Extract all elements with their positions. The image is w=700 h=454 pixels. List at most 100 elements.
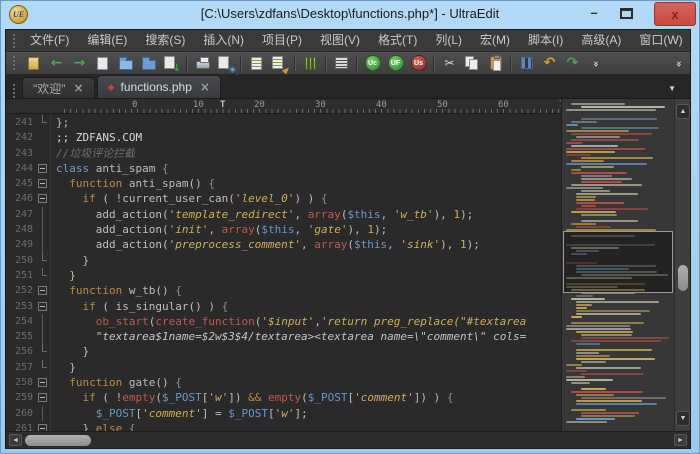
tab-functions-php[interactable]: ◆functions.php× [97,75,221,98]
minimize-button[interactable]: – [583,3,605,25]
minimap-line [576,403,657,405]
tab-close-icon[interactable]: × [74,81,84,95]
code-line[interactable]: 241}; [6,115,561,130]
code-line[interactable]: 257 } [6,360,561,375]
code-line[interactable]: 242;; ZDFANS.COM [6,130,561,145]
scroll-right-icon[interactable]: ► [674,434,687,446]
menu-item-7[interactable]: 列(L) [426,30,471,51]
badge-ultrasentry-icon[interactable]: Us [407,53,430,73]
fold-marker-open[interactable] [36,161,51,176]
fold-marker-open[interactable] [36,421,51,431]
menubar-grip[interactable] [13,34,15,48]
close-button[interactable]: x [654,2,696,26]
minimap-line [571,316,582,318]
tab-close-icon[interactable]: × [200,80,210,94]
minimap-line [566,370,587,372]
welcome-scroll-icon[interactable] [22,53,45,73]
nav-forward-arrow-icon[interactable]: → [68,53,91,73]
undo-arrow-icon[interactable]: ↶ [538,53,561,73]
code-line[interactable]: 253 if ( is_singular() ) { [6,299,561,314]
tabbar-grip[interactable] [13,84,16,98]
compare-columns-icon[interactable] [515,53,538,73]
code-line[interactable]: 245 function anti_spam() { [6,176,561,191]
ruler-mark: 60 [498,100,509,110]
toolbar-separator [325,55,327,71]
code-line[interactable]: 246 if ( !current_user_can('level_0') ) … [6,191,561,206]
scroll-up-icon[interactable]: ▲ [676,104,690,119]
code-line[interactable]: 256 } [6,344,561,359]
line-number: 245 [6,176,36,191]
minimap-line [571,172,627,174]
horizontal-scrollbar[interactable]: ◄ ► [6,431,690,448]
fold-marker-open[interactable] [36,283,51,298]
code-line[interactable]: 261 } else { [6,421,561,431]
maximize-button[interactable] [620,8,633,19]
panel-overflow-chevron-icon[interactable]: » [667,53,690,73]
horizontal-scroll-thumb[interactable] [25,435,91,446]
menu-item-3[interactable]: 插入(N) [194,30,253,51]
code-line[interactable]: 258 function gate() { [6,375,561,390]
print-preview-icon[interactable] [214,53,237,73]
ftp-folder-icon[interactable] [137,53,160,73]
column-mode-icon[interactable] [299,53,322,73]
minimap-scrollbar[interactable]: ▲ ▼ [674,99,690,431]
cut-scissors-icon[interactable]: ✂ [438,53,461,73]
save-file-icon[interactable]: ↓ [160,53,183,73]
fold-marker-open[interactable] [36,176,51,191]
code-line[interactable]: 248 add_action('init', array($this, 'gat… [6,222,561,237]
tab-welcome[interactable]: "欢迎"× [22,77,95,98]
paste-clipboard-icon[interactable] [484,53,507,73]
menu-item-6[interactable]: 格式(T) [369,30,426,51]
minimap-line [566,406,670,408]
scroll-left-icon[interactable]: ◄ [9,434,22,446]
menu-item-2[interactable]: 搜索(S) [136,30,194,51]
menu-item-0[interactable]: 文件(F) [21,30,78,51]
menu-item-11[interactable]: 窗口(W) [630,30,691,51]
code-line[interactable]: 252 function w_tb() { [6,283,561,298]
fold-marker-open[interactable] [36,191,51,206]
code-line[interactable]: 260 $_POST['comment'] = $_POST['w']; [6,406,561,421]
minimap-line [576,193,639,195]
badge-ultracompare-icon[interactable]: Uc [361,53,384,73]
fold-marker-open[interactable] [36,390,51,405]
nav-back-arrow-icon[interactable]: ← [45,53,68,73]
replace-in-files-icon[interactable] [268,53,291,73]
scroll-down-icon[interactable]: ▼ [676,411,690,426]
code-line[interactable]: 254 ob_start(create_function('$input','r… [6,314,561,329]
copy-icon[interactable] [461,53,484,73]
line-number: 252 [6,283,36,298]
open-folder-icon[interactable] [114,53,137,73]
minimap[interactable]: ▲ ▼ [561,99,690,431]
code-line[interactable]: 255 "textarea$1name=$2w$3$4/textarea><te… [6,329,561,344]
code-line[interactable]: 243//垃圾评论拦截 [6,146,561,161]
menu-item-8[interactable]: 宏(M) [471,30,519,51]
print-icon[interactable] [191,53,214,73]
code-line[interactable]: 249 add_action('preprocess_comment', arr… [6,237,561,252]
word-wrap-list-icon[interactable] [330,53,353,73]
code-line[interactable]: 259 if ( !empty($_POST['w']) && empty($_… [6,390,561,405]
code-line[interactable]: 244class anti_spam { [6,161,561,176]
menu-item-4[interactable]: 项目(P) [253,30,311,51]
line-number: 249 [6,237,36,252]
tab-list-dropdown-icon[interactable]: ▼ [668,84,676,93]
find-in-files-icon[interactable] [245,53,268,73]
fold-marker-open[interactable] [36,299,51,314]
minimap-line [576,307,587,309]
code-editor[interactable]: 241};242;; ZDFANS.COM243//垃圾评论拦截244class… [6,114,561,431]
badge-ultrafinder-icon[interactable]: UF [384,53,407,73]
code-line[interactable]: 250 } [6,253,561,268]
fold-marker-open[interactable] [36,375,51,390]
menu-item-5[interactable]: 视图(V) [311,30,369,51]
toolbar-grip[interactable] [13,56,16,70]
minimap-scroll-thumb[interactable] [678,265,688,291]
code-line[interactable]: 251 } [6,268,561,283]
minimap-viewport[interactable] [563,231,673,293]
menu-item-1[interactable]: 编辑(E) [78,30,136,51]
minimap-line [571,409,606,411]
redo-arrow-icon[interactable]: ↷ [561,53,584,73]
menu-item-9[interactable]: 脚本(I) [519,30,572,51]
toolbar-overflow-chevron-icon[interactable]: » [584,53,607,73]
new-file-icon[interactable] [91,53,114,73]
menu-item-10[interactable]: 高级(A) [572,30,630,51]
code-line[interactable]: 247 add_action('template_redirect', arra… [6,207,561,222]
